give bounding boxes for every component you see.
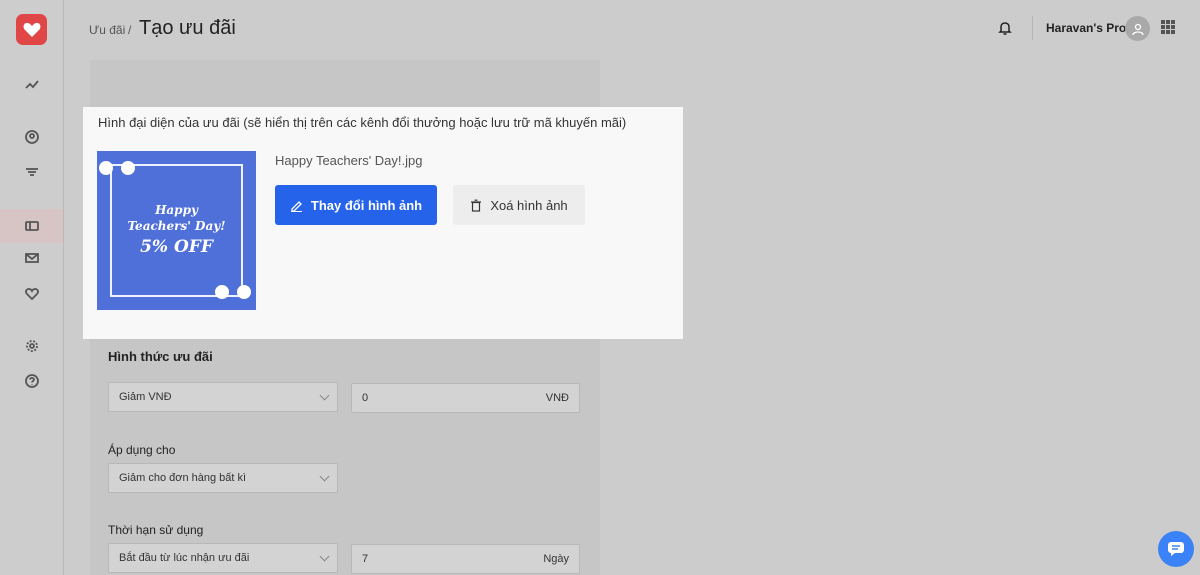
duration-amount-input[interactable]: 7 Ngày <box>351 544 580 574</box>
voucher-icon[interactable] <box>0 209 63 243</box>
delete-image-label: Xoá hình ảnh <box>490 197 568 213</box>
page-title: Tạo ưu đãi <box>139 17 236 39</box>
duration-amount-value: 7 <box>362 553 369 565</box>
heart-icon[interactable] <box>0 277 63 311</box>
duration-select[interactable]: Bắt đầu từ lúc nhận ưu đãi <box>108 543 338 573</box>
thumbnail-line3: 5% OFF <box>140 237 213 257</box>
discount-amount-input[interactable]: 0 VNĐ <box>351 383 580 413</box>
discount-type-select[interactable]: Giảm VNĐ <box>108 382 338 412</box>
pencil-icon <box>290 200 302 212</box>
apps-grid-icon[interactable] <box>1161 20 1175 34</box>
change-image-label: Thay đổi hình ảnh <box>310 197 423 213</box>
discount-amount-value: 0 <box>362 392 369 404</box>
store-name[interactable]: Haravan's Pro... <box>1046 21 1136 35</box>
settings-icon[interactable] <box>0 329 63 363</box>
apply-for-select[interactable]: Giảm cho đơn hàng bất kì <box>108 463 338 493</box>
mail-icon[interactable] <box>0 241 63 275</box>
breadcrumb-separator: / <box>128 23 132 37</box>
duration-value: Bắt đầu từ lúc nhận ưu đãi <box>119 552 250 564</box>
chat-icon <box>1168 542 1184 556</box>
discount-type-value: Giảm VNĐ <box>119 391 172 403</box>
quote-mark-icon <box>99 161 113 175</box>
quote-mark-icon <box>237 285 251 299</box>
duration-unit: Ngày <box>543 553 569 565</box>
user-avatar[interactable] <box>1125 16 1150 41</box>
quote-mark-icon <box>215 285 229 299</box>
header-divider <box>1032 16 1033 40</box>
thumbnail-line2: Teachers' Day! <box>127 219 226 233</box>
chevron-down-icon <box>319 471 330 482</box>
duration-title: Thời hạn sử dụng <box>108 523 204 537</box>
heart-logo-icon <box>23 22 40 37</box>
chat-support-button[interactable] <box>1158 531 1194 567</box>
customer-icon[interactable] <box>0 120 63 154</box>
top-header: Ưu đãi / Tạo ưu đãi Haravan's Pro... <box>64 0 1200 58</box>
discount-type-title: Hình thức ưu đãi <box>108 349 213 364</box>
offer-image-label: Hình đại diện của ưu đãi (sẽ hiển thị tr… <box>98 115 627 130</box>
apply-for-value: Giảm cho đơn hàng bất kì <box>119 472 247 484</box>
discount-unit: VNĐ <box>545 392 569 404</box>
thumbnail-line1: Happy <box>155 203 198 217</box>
chevron-down-icon <box>319 551 330 562</box>
notification-bell-icon[interactable] <box>997 20 1013 36</box>
user-icon <box>1131 23 1144 35</box>
app-logo[interactable] <box>16 14 47 45</box>
help-icon[interactable] <box>0 364 63 398</box>
delete-image-button[interactable]: Xoá hình ảnh <box>453 185 585 225</box>
offer-image-thumbnail: Happy Teachers' Day! 5% OFF <box>97 151 256 310</box>
chevron-down-icon <box>319 390 330 401</box>
offer-image-section: Hình đại diện của ưu đãi (sẽ hiển thị tr… <box>83 107 683 339</box>
sidebar <box>0 0 64 575</box>
analytics-icon[interactable] <box>0 68 63 102</box>
trash-icon <box>471 199 482 212</box>
breadcrumb-link[interactable]: Ưu đãi <box>89 23 125 37</box>
change-image-button[interactable]: Thay đổi hình ảnh <box>275 185 437 225</box>
file-name: Happy Teachers' Day!.jpg <box>275 153 423 168</box>
filter-icon[interactable] <box>0 155 63 189</box>
quote-mark-icon <box>121 161 135 175</box>
apply-for-title: Áp dụng cho <box>108 443 176 457</box>
